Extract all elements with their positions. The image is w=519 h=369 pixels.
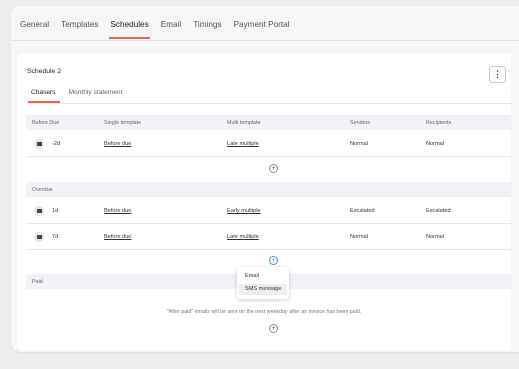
row-days: -2d [52, 141, 61, 147]
row-recipients: Escalated [426, 208, 451, 214]
table-row[interactable]: 7d Before due Late multiple Normal Norma… [26, 224, 511, 250]
single-template-link[interactable]: Before due [104, 208, 131, 214]
single-template-link[interactable]: Before due [104, 234, 131, 240]
paid-note: "After paid" emails will be sent on the … [166, 309, 362, 315]
schedule-panel: Schedule 2 ⋮ Chasers Monthly statement B… [17, 53, 511, 351]
column-multi-template: Multi template [227, 120, 261, 126]
row-senders: Normal [350, 234, 369, 240]
table-row[interactable]: -2d Before due Late multiple Normal Norm… [26, 131, 511, 157]
table-header: Before Due Single template Multi templat… [26, 115, 511, 130]
tab-general[interactable]: General [20, 20, 49, 50]
tab-timings[interactable]: Timings [193, 20, 221, 50]
column-single-template: Single template [104, 120, 142, 126]
add-before-due-icon[interactable]: + [269, 164, 278, 173]
vertical-ellipsis-icon[interactable]: ⋮ [489, 66, 506, 83]
tab-payment-portal[interactable]: Payment Portal [234, 20, 290, 50]
subtab-monthly-statement[interactable]: Monthly statement [69, 89, 123, 96]
settings-card: General Templates Schedules Email Timing… [11, 6, 519, 352]
section-overdue: Overdue [26, 182, 511, 197]
tab-templates[interactable]: Templates [61, 20, 98, 50]
mail-icon [34, 206, 44, 216]
row-recipients: Normal [426, 234, 445, 240]
single-template-link[interactable]: Before due [104, 141, 131, 147]
row-senders: Normal [350, 141, 369, 147]
add-chaser-menu: Email SMS message [237, 267, 289, 299]
subtab-chasers[interactable]: Chasers [28, 89, 60, 103]
tab-schedules[interactable]: Schedules [109, 20, 150, 50]
row-days: 7d [52, 234, 59, 240]
section-label: Paid [32, 279, 43, 285]
multi-template-link[interactable]: Early multiple [227, 208, 261, 214]
column-senders: Senders [350, 120, 371, 126]
schedule-subtabs: Chasers Monthly statement [28, 89, 135, 103]
mail-icon [34, 232, 44, 242]
subtab-divider [26, 103, 511, 104]
menu-item-sms-message[interactable]: SMS message [239, 284, 287, 295]
column-recipients: Recipients [426, 120, 452, 126]
multi-template-link[interactable]: Late multiple [227, 141, 259, 147]
menu-item-email[interactable]: Email [239, 271, 287, 282]
bottom-divider [19, 352, 519, 353]
add-overdue-icon[interactable]: + [269, 256, 278, 265]
multi-template-link[interactable]: Late multiple [227, 234, 259, 240]
column-before-due: Before Due [32, 120, 60, 126]
schedule-title: Schedule 2 [27, 68, 62, 75]
table-row[interactable]: 1d Before due Early multiple Escalated E… [26, 198, 511, 224]
settings-tabs: General Templates Schedules Email Timing… [20, 20, 302, 50]
row-recipients: Normal [426, 141, 445, 147]
mail-icon [34, 139, 44, 149]
add-paid-icon[interactable]: + [269, 324, 278, 333]
row-days: 1d [52, 208, 59, 214]
section-label: Overdue [32, 187, 53, 193]
row-senders: Escalated [350, 208, 375, 214]
tabs-divider [11, 40, 519, 41]
tab-email[interactable]: Email [161, 20, 181, 50]
